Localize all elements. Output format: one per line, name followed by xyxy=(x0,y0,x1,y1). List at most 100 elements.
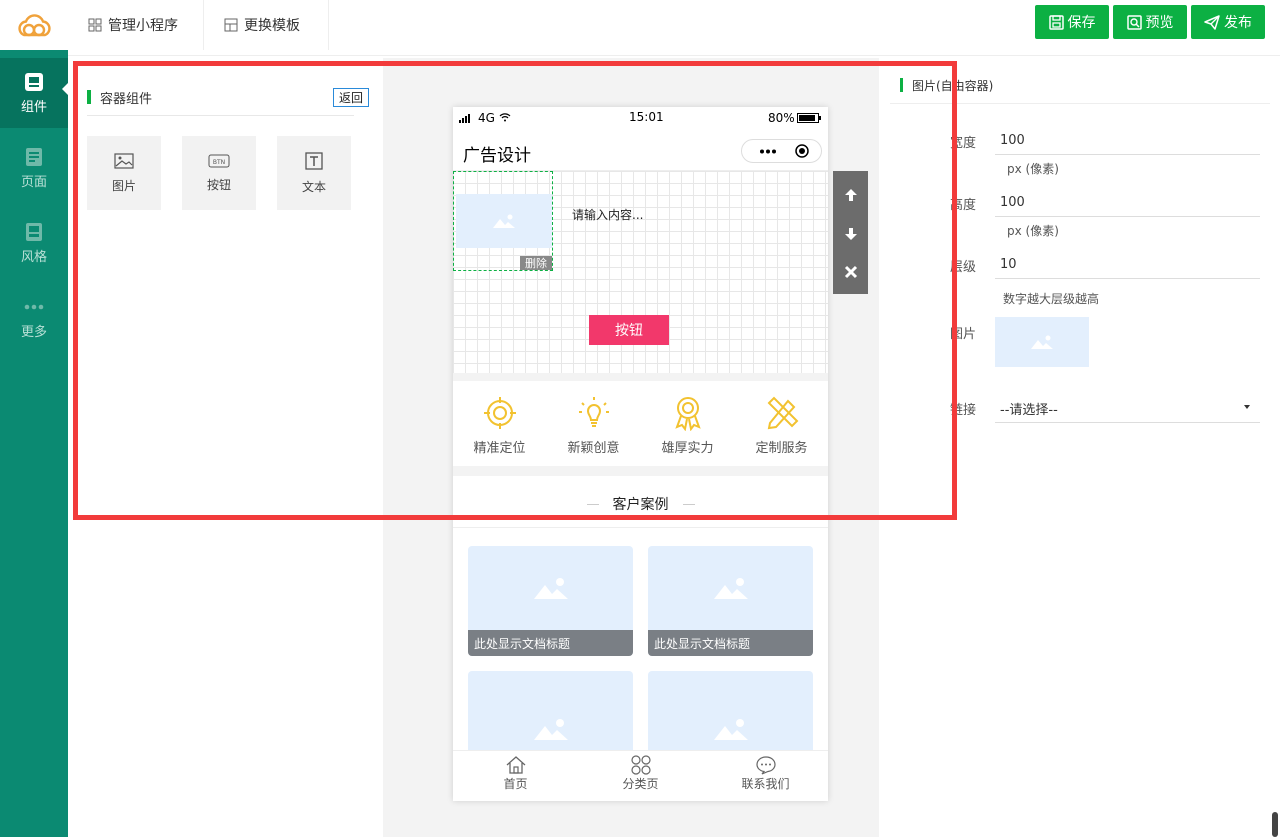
style-icon xyxy=(26,222,42,241)
save-button[interactable]: 保存 xyxy=(1035,5,1109,39)
image-picker[interactable] xyxy=(995,317,1089,367)
back-button[interactable]: 返回 xyxy=(333,88,369,107)
case-card[interactable]: 此处显示文档标题 xyxy=(648,546,813,656)
preview-icon xyxy=(1126,14,1142,30)
tab-contact[interactable]: 联系我们 xyxy=(703,755,828,792)
publish-button[interactable]: 发布 xyxy=(1191,5,1265,39)
tab-change-template[interactable]: 更换模板 xyxy=(204,0,329,50)
link-select-value: --请选择-- xyxy=(1000,403,1058,418)
more-icon xyxy=(24,304,44,309)
target-icon xyxy=(483,397,516,429)
medal-icon xyxy=(674,397,701,431)
category-icon xyxy=(630,755,651,775)
scrollbar-thumb[interactable] xyxy=(1272,812,1278,837)
element-toolbar xyxy=(833,171,868,294)
page-icon xyxy=(26,147,42,166)
components-title: 容器组件 xyxy=(100,92,153,107)
battery-icon xyxy=(797,113,821,123)
tab-label: 联系我们 xyxy=(741,777,790,791)
tab-home[interactable]: 首页 xyxy=(453,755,578,792)
rail-label: 更多 xyxy=(20,324,47,340)
tile-text[interactable]: 文本 xyxy=(277,136,351,210)
case-title-text: 客户案例 xyxy=(612,497,669,513)
status-time: 15:01 xyxy=(629,110,664,124)
status-bar: 4G 15:01 80% xyxy=(453,107,828,129)
tab-manage-miniprogram[interactable]: 管理小程序 xyxy=(68,0,204,50)
tile-image[interactable]: 图片 xyxy=(87,136,161,210)
delete-tag[interactable]: 删除 xyxy=(520,256,552,270)
section-divider xyxy=(453,373,828,381)
save-icon xyxy=(1048,14,1064,30)
text-element[interactable]: 请输入内容... xyxy=(572,206,643,223)
layer-input[interactable]: 10 xyxy=(995,251,1260,279)
lightbulb-icon xyxy=(578,397,609,427)
image-icon xyxy=(1031,335,1053,349)
image-placeholder xyxy=(456,194,552,248)
card-caption: 此处显示文档标题 xyxy=(648,630,813,656)
feature-label: 定制服务 xyxy=(755,441,808,456)
card-image xyxy=(648,546,813,630)
close-target-icon xyxy=(795,144,809,158)
image-label: 图片 xyxy=(949,327,976,342)
feature-label: 雄厚实力 xyxy=(661,441,714,456)
card-caption: 此处显示文档标题 xyxy=(468,630,633,656)
image-icon xyxy=(114,152,134,169)
feature-label: 新颖创意 xyxy=(567,441,620,456)
height-input[interactable]: 100 xyxy=(995,189,1260,217)
feature-item[interactable]: 雄厚实力 xyxy=(641,395,734,456)
tile-label: 图片 xyxy=(111,178,136,193)
close-icon[interactable] xyxy=(844,265,858,279)
battery-percent: 80% xyxy=(768,111,795,125)
tab-category[interactable]: 分类页 xyxy=(578,755,703,792)
network-type: 4G xyxy=(478,111,495,125)
signal-icon xyxy=(459,114,470,123)
properties-title: 图片(自由容器) xyxy=(912,79,994,93)
width-label: 宽度 xyxy=(949,136,976,151)
rail-item-components[interactable]: 组件 xyxy=(0,58,68,128)
components-panel: 容器组件 返回 图片 BTN 按钮 文本 xyxy=(72,58,382,837)
button-element[interactable]: 按钮 xyxy=(589,315,669,345)
mini-nav-bar: 广告设计 xyxy=(453,129,828,171)
dots-icon xyxy=(760,149,776,154)
tile-label: 文本 xyxy=(301,179,326,194)
page-title: 广告设计 xyxy=(463,146,531,166)
chat-icon xyxy=(755,756,776,775)
preview-label: 预览 xyxy=(1145,15,1174,31)
image-icon xyxy=(493,214,515,228)
layer-hint: 数字越大层级越高 xyxy=(1003,292,1100,306)
case-card[interactable]: 此处显示文档标题 xyxy=(468,546,633,656)
home-icon xyxy=(506,756,525,774)
rail-item-more[interactable]: 更多 xyxy=(0,283,68,353)
feature-item[interactable]: 精准定位 xyxy=(453,395,546,456)
width-input[interactable]: 100 xyxy=(995,127,1260,155)
tile-button[interactable]: BTN 按钮 xyxy=(182,136,256,210)
image-icon xyxy=(533,719,568,740)
arrow-down-icon[interactable] xyxy=(843,226,859,242)
properties-panel: 图片(自由容器) 宽度 100 px (像素) 高度 100 px (像素) 层… xyxy=(880,58,1280,837)
section-marker xyxy=(900,78,903,92)
tile-label: 按钮 xyxy=(206,177,231,192)
feature-item[interactable]: 新颖创意 xyxy=(547,395,640,456)
link-select[interactable]: --请选择-- xyxy=(995,393,1260,423)
wifi-icon xyxy=(499,113,511,122)
free-container[interactable]: 删除 请输入内容... 按钮 xyxy=(453,171,828,373)
card-image xyxy=(468,546,633,630)
link-label: 链接 xyxy=(949,403,976,418)
left-rail: 组件 页面 风格 更多 xyxy=(0,0,68,837)
layer-label: 层级 xyxy=(949,260,976,275)
rail-label: 页面 xyxy=(20,174,47,190)
app-logo xyxy=(0,0,68,50)
phone-preview: 4G 15:01 80% 广告设计 删除 请输入内容... 按钮 精准定位 新颖… xyxy=(453,107,828,801)
rail-item-style[interactable]: 风格 xyxy=(0,208,68,278)
selected-image-element[interactable]: 删除 xyxy=(453,171,553,271)
menu-capsule[interactable] xyxy=(741,139,822,163)
rail-item-pages[interactable]: 页面 xyxy=(0,133,68,203)
section-marker xyxy=(87,90,91,104)
save-label: 保存 xyxy=(1067,15,1096,31)
component-icon xyxy=(25,72,43,91)
text-icon xyxy=(305,151,323,170)
preview-button[interactable]: 预览 xyxy=(1113,5,1187,39)
cloud-logo-icon xyxy=(18,14,51,37)
feature-item[interactable]: 定制服务 xyxy=(735,395,828,456)
arrow-up-icon[interactable] xyxy=(843,187,859,203)
